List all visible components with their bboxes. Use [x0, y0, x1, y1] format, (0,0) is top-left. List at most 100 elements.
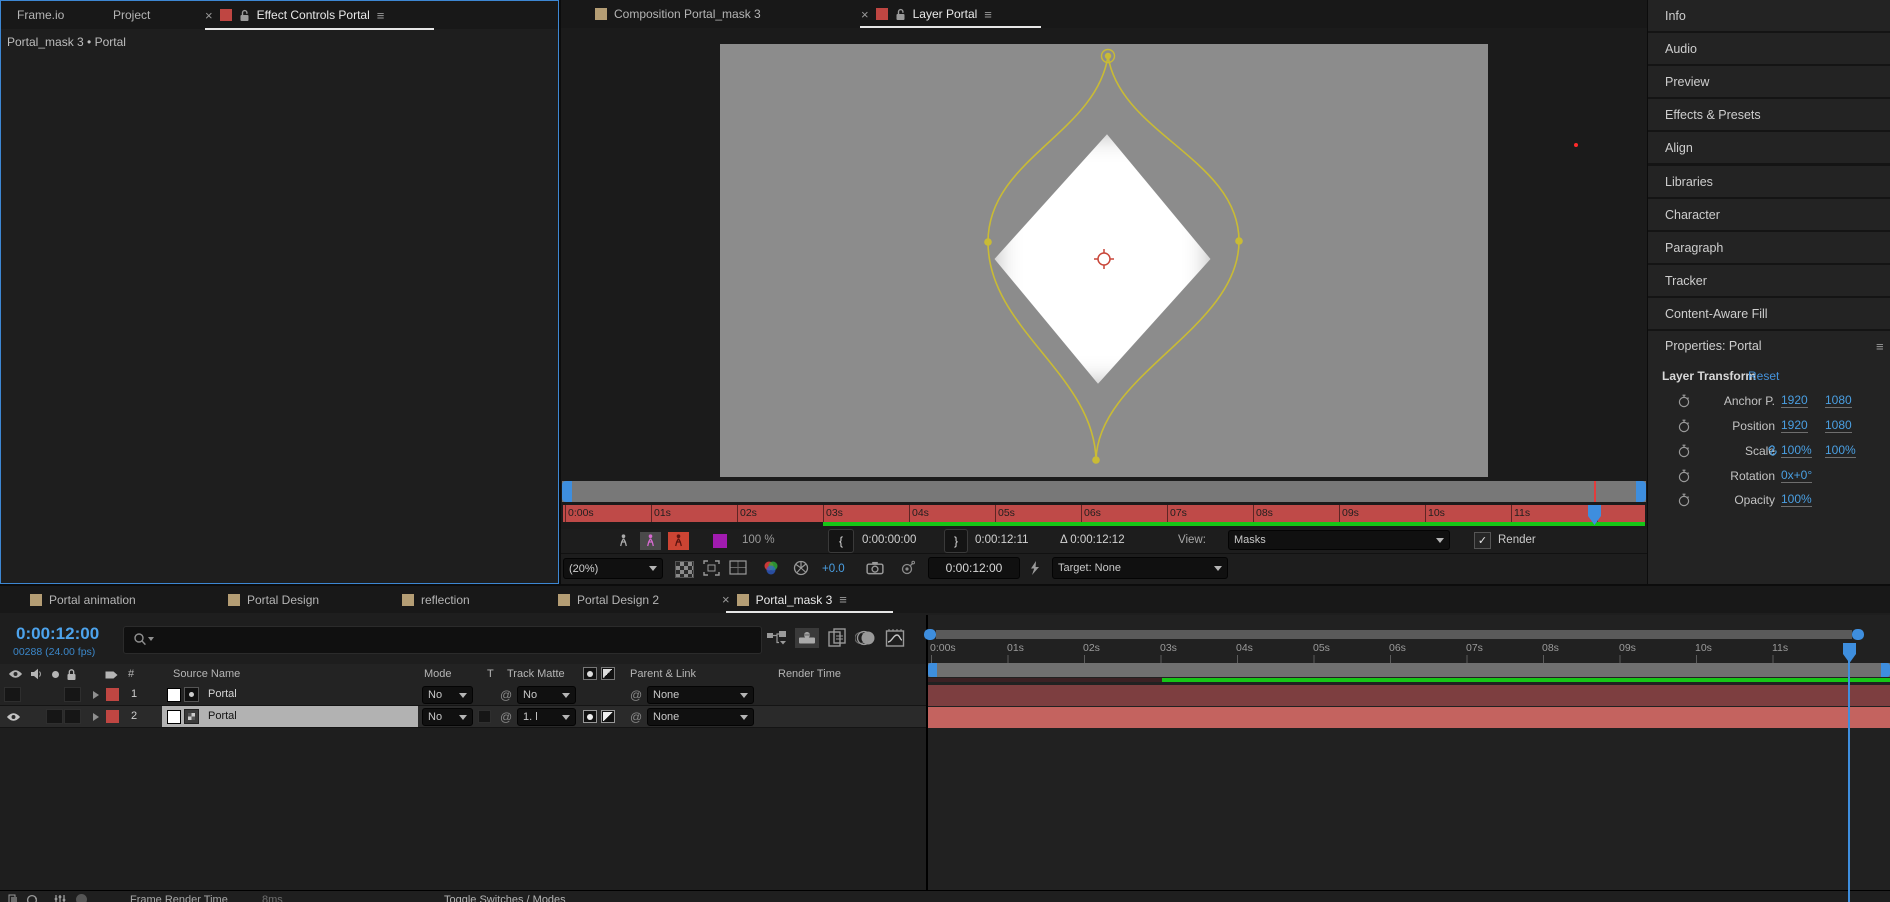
close-icon[interactable]: ×: [722, 593, 730, 606]
blend-mode-menu[interactable]: No: [422, 686, 473, 704]
close-icon[interactable]: ×: [861, 8, 869, 21]
layer-label-swatch[interactable]: [106, 710, 119, 723]
panel-header-info[interactable]: Info: [1648, 0, 1890, 31]
property-value-x[interactable]: 1920: [1781, 393, 1808, 408]
safe-margins-button[interactable]: [729, 560, 747, 575]
purple-color-swatch[interactable]: [713, 534, 727, 548]
track-matte-pickwhip-icon[interactable]: @: [500, 688, 512, 702]
column-source-name[interactable]: Source Name: [173, 668, 240, 680]
layer-bar-2[interactable]: [928, 707, 1890, 728]
playhead-line[interactable]: [1848, 649, 1850, 902]
preserve-transparency-toggle[interactable]: [478, 710, 491, 723]
column-track-matte[interactable]: Track Matte: [507, 668, 565, 680]
filter-icon[interactable]: [54, 894, 66, 902]
work-area-band[interactable]: [928, 663, 1890, 677]
timecode-field[interactable]: 0:00:12:00: [928, 557, 1020, 579]
column-mode[interactable]: Mode: [424, 668, 452, 680]
refresh-icon[interactable]: [26, 894, 38, 902]
solo-icon[interactable]: [52, 671, 59, 678]
track-matte-menu[interactable]: 1. l: [517, 708, 576, 726]
luma-matte-icon[interactable]: [601, 710, 615, 723]
expand-arrow-icon[interactable]: [93, 691, 99, 699]
work-area-end-handle[interactable]: [1881, 663, 1890, 677]
layer-color-chip[interactable]: [167, 710, 181, 724]
layer-row-1[interactable]: 1 Portal No @ No @ None: [0, 684, 926, 706]
constrain-proportions-icon[interactable]: [1767, 445, 1778, 456]
audio-icon[interactable]: [30, 668, 42, 680]
timeline-scrollbar-track[interactable]: [936, 630, 1852, 639]
layer-canvas[interactable]: [720, 44, 1488, 477]
transparency-grid-button[interactable]: [675, 561, 694, 578]
property-value-y[interactable]: 1080: [1825, 418, 1852, 433]
out-point-button[interactable]: }: [944, 529, 968, 553]
parent-link-menu[interactable]: None: [647, 686, 754, 704]
work-area-start-handle[interactable]: [928, 663, 937, 677]
column-parent-link[interactable]: Parent & Link: [630, 668, 696, 680]
frame-blend-toggle-button[interactable]: [827, 628, 847, 648]
solo-toggle[interactable]: [46, 709, 63, 724]
eye-icon[interactable]: [8, 669, 23, 679]
layer-name[interactable]: Portal: [208, 710, 237, 722]
tab-project[interactable]: Project: [113, 1, 150, 29]
parent-pickwhip-icon[interactable]: @: [630, 688, 642, 702]
column-render-time[interactable]: Render Time: [778, 668, 841, 680]
tab-layer[interactable]: × Layer Portal ≡: [861, 0, 992, 28]
viewer-time-ruler[interactable]: 0:00s 01s 02s 03s 04s 05s 06s 07s 08s 09…: [563, 505, 1645, 522]
panel-menu-icon[interactable]: ≡: [1876, 339, 1884, 354]
target-menu[interactable]: Target: None: [1052, 557, 1228, 579]
panel-header-tracker[interactable]: Tracker: [1648, 265, 1890, 296]
expand-arrow-icon[interactable]: [93, 713, 99, 721]
out-point-timecode[interactable]: 0:00:12:11: [975, 534, 1029, 546]
panel-menu-icon[interactable]: ≡: [377, 8, 385, 23]
motion-blur-toggle-button[interactable]: [855, 630, 877, 647]
fast-previews-button[interactable]: [1028, 560, 1042, 576]
layer-name[interactable]: Portal: [208, 688, 237, 700]
panel-header-content-aware-fill[interactable]: Content-Aware Fill: [1648, 298, 1890, 329]
exposure-value[interactable]: +0.0: [822, 563, 845, 575]
tab-portal-mask-3[interactable]: × Portal_mask 3 ≡: [722, 586, 847, 613]
mask-path[interactable]: [720, 44, 1488, 477]
reset-link[interactable]: Reset: [1748, 369, 1779, 383]
magnification-menu[interactable]: (20%): [563, 558, 663, 579]
shy-toggle-button[interactable]: [795, 628, 819, 648]
in-point-button[interactable]: {: [828, 529, 854, 553]
search-input[interactable]: [123, 626, 762, 654]
composition-mini-flowchart-button[interactable]: [766, 630, 788, 648]
property-value[interactable]: 100%: [1781, 492, 1812, 507]
eye-icon[interactable]: [6, 712, 21, 722]
person-toggle-plain-icon[interactable]: [618, 534, 629, 548]
toggle-switches-modes-button[interactable]: Toggle Switches / Modes: [444, 894, 566, 902]
panel-header-libraries[interactable]: Libraries: [1648, 166, 1890, 197]
region-of-interest-button[interactable]: [703, 560, 720, 576]
show-snapshot-button[interactable]: [899, 560, 915, 576]
parent-pickwhip-icon[interactable]: @: [630, 710, 642, 724]
property-value-x[interactable]: 1920: [1781, 418, 1808, 433]
panel-menu-icon[interactable]: ≡: [839, 592, 847, 607]
track-matte-menu[interactable]: No: [517, 686, 576, 704]
property-value-x[interactable]: 100%: [1781, 443, 1812, 458]
tab-frameio[interactable]: Frame.io: [17, 1, 64, 29]
layer-label-swatch[interactable]: [106, 688, 119, 701]
person-toggle-magenta-icon[interactable]: [640, 532, 661, 550]
transform-section-title[interactable]: Layer Transform: [1662, 369, 1756, 383]
current-time-display[interactable]: 0:00:12:00: [16, 624, 99, 644]
panel-header-character[interactable]: Character: [1648, 199, 1890, 230]
panel-header-align[interactable]: Align: [1648, 132, 1890, 163]
render-checkbox[interactable]: ✓: [1474, 532, 1491, 549]
tab-portal-design-2[interactable]: Portal Design 2: [558, 586, 659, 613]
panel-menu-icon[interactable]: ≡: [984, 7, 992, 22]
lock-toggle[interactable]: [64, 687, 81, 702]
view-menu[interactable]: Masks: [1228, 530, 1450, 550]
track-matte-pickwhip-icon[interactable]: @: [500, 710, 512, 724]
timeline-scrollbar-cap-right[interactable]: [1852, 629, 1864, 640]
close-icon[interactable]: ×: [205, 9, 213, 22]
snapshot-button[interactable]: [866, 561, 884, 575]
tab-composition[interactable]: Composition Portal_mask 3: [595, 0, 761, 28]
parent-link-menu[interactable]: None: [647, 708, 754, 726]
graph-editor-toggle-button[interactable]: [885, 628, 905, 648]
exposure-button[interactable]: [793, 560, 809, 576]
layer-row-2[interactable]: 2 Portal No @ 1. l @ None: [0, 706, 926, 728]
blend-mode-menu[interactable]: No: [422, 708, 473, 726]
in-point-timecode[interactable]: 0:00:00:00: [862, 534, 916, 546]
timeline-scrollbar-cap-left[interactable]: [924, 629, 936, 640]
